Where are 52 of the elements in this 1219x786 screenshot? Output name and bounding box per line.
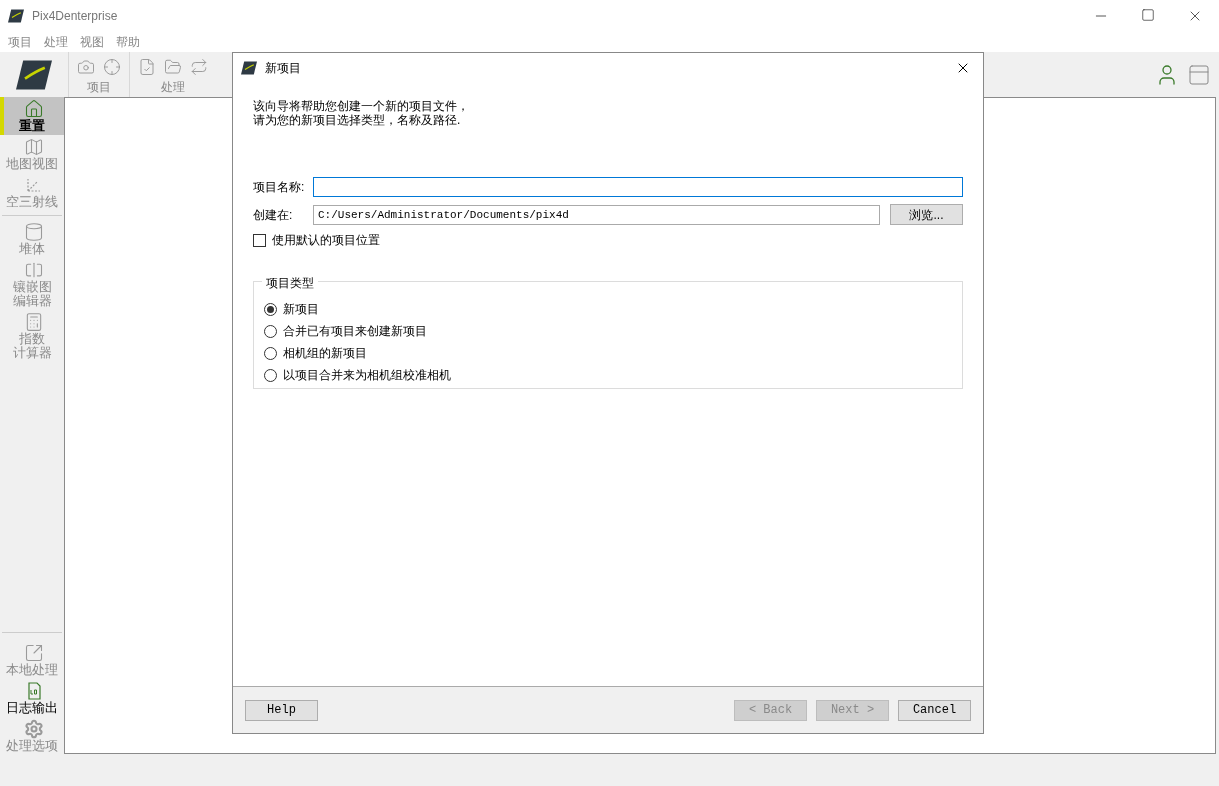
cylinder-icon bbox=[24, 222, 44, 242]
app-logo-icon bbox=[241, 60, 257, 76]
sidebar-label: 镶嵌图 bbox=[12, 280, 52, 294]
sidebar-label: 日志输出 bbox=[6, 701, 58, 715]
radio-label: 新项目 bbox=[283, 301, 319, 318]
intro-text: 请为您的新项目选择类型，名称及路径. bbox=[253, 113, 462, 127]
camera-icon[interactable] bbox=[77, 58, 95, 76]
sidebar-label: 指数 bbox=[19, 332, 45, 346]
sidebar-label: 编辑器 bbox=[12, 294, 52, 308]
sidebar-label: 重置 bbox=[19, 119, 45, 133]
checkbox[interactable] bbox=[253, 233, 266, 247]
sidebar-label: 计算器 bbox=[12, 346, 52, 360]
sidebar-label: 空三射线 bbox=[6, 195, 58, 209]
folder-icon[interactable] bbox=[164, 58, 182, 76]
toolbar-group-label: 处理 bbox=[161, 79, 185, 96]
field-label: 项目名称: bbox=[253, 179, 306, 196]
maximize-icon[interactable] bbox=[1141, 8, 1155, 22]
sidebar-item[interactable]: 日志输出 bbox=[0, 679, 64, 717]
settings-icon bbox=[24, 719, 44, 739]
intro-text: 该向导将帮助您创建一个新的项目文件， bbox=[253, 99, 470, 113]
sidebar-label: 地图视图 bbox=[6, 157, 58, 171]
window-title: Pix4Denterprise bbox=[32, 8, 118, 25]
menu-item[interactable]: 处理 bbox=[44, 33, 68, 51]
radio-label: 合并已有项目来创建新项目 bbox=[283, 323, 427, 340]
file-check-icon[interactable] bbox=[138, 58, 156, 76]
sidebar-label: 处理选项 bbox=[6, 739, 58, 753]
group-title: 项目类型 bbox=[262, 274, 318, 292]
checkbox-label: 使用默认的项目位置 bbox=[272, 232, 380, 249]
home-icon bbox=[24, 99, 44, 119]
menu-item[interactable]: 视图 bbox=[80, 33, 104, 51]
map-icon bbox=[24, 137, 44, 157]
browse-button[interactable]: 浏览... bbox=[890, 204, 963, 225]
project-name-field[interactable] bbox=[313, 177, 963, 197]
menu-item[interactable]: 项目 bbox=[8, 33, 32, 51]
calc-icon bbox=[24, 312, 44, 332]
dialog-button[interactable]: Help bbox=[245, 699, 318, 721]
dialog-button[interactable]: Cancel bbox=[898, 699, 971, 721]
sidebar-item[interactable]: 重置 bbox=[0, 97, 64, 135]
menu-item[interactable]: 帮助 bbox=[116, 33, 140, 51]
dialog-title: 新项目 bbox=[265, 60, 301, 77]
crosshair-icon[interactable] bbox=[103, 58, 121, 76]
location-field[interactable]: C:/Users/Administrator/Documents/pix4d bbox=[313, 204, 880, 225]
export-icon bbox=[24, 643, 44, 663]
sidebar-label: 本地处理 bbox=[6, 663, 58, 677]
panel-icon[interactable] bbox=[1187, 62, 1211, 87]
radio-label: 相机组的新项目 bbox=[283, 345, 367, 362]
field-label: 创建在: bbox=[253, 206, 294, 224]
sidebar-label: 堆体 bbox=[19, 242, 45, 256]
radio-label: 以项目合并来为相机组校准相机 bbox=[283, 367, 451, 384]
repeat-icon[interactable] bbox=[190, 58, 208, 76]
app-logo-icon bbox=[8, 8, 24, 24]
toolbar-group-label: 项目 bbox=[87, 79, 111, 96]
